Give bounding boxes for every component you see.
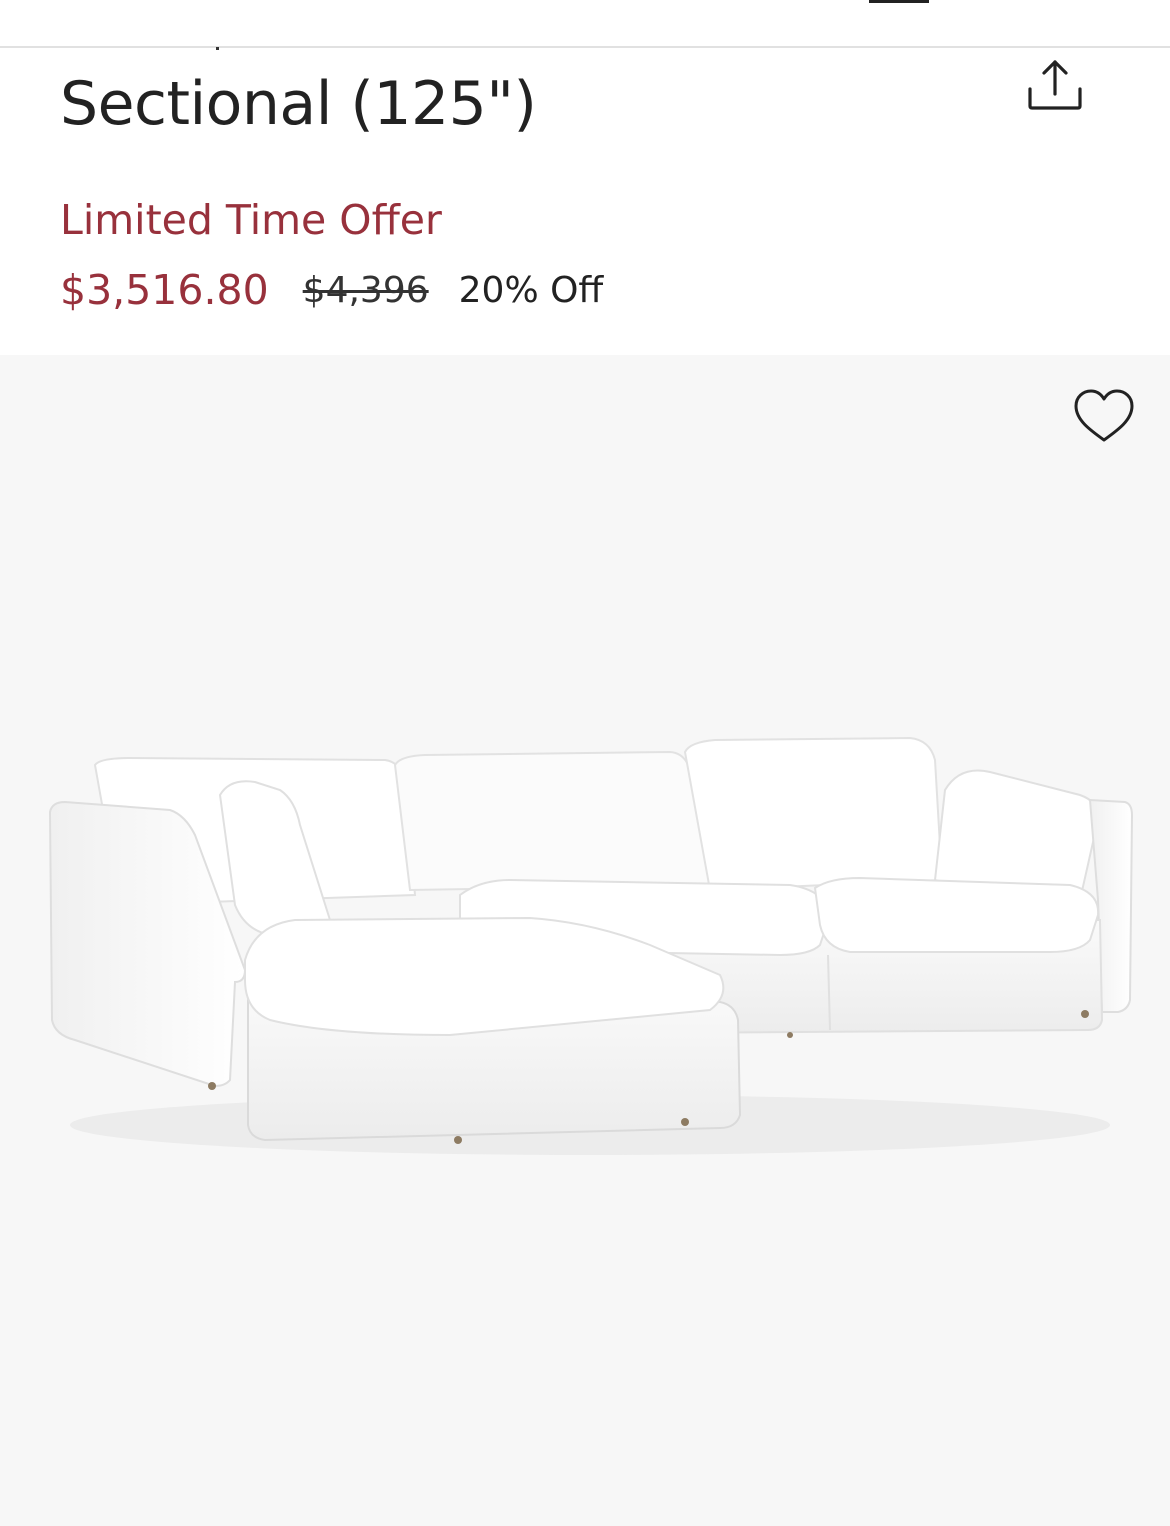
top-navigation-bar [0, 0, 1170, 48]
cropped-text-fragment [216, 47, 219, 50]
share-button[interactable] [1020, 54, 1090, 118]
sectional-sofa-image [48, 736, 1134, 1155]
share-icon [1028, 60, 1082, 110]
original-price: $4,396 [302, 269, 429, 311]
price-row: $3,516.80 $4,396 20% Off [60, 262, 603, 318]
product-page: Sectional (125") Limited Time Offer $3,5… [0, 0, 1170, 1526]
product-title: Sectional (125") [60, 69, 537, 139]
limited-time-offer-label: Limited Time Offer [60, 196, 442, 244]
heart-icon [1074, 389, 1134, 442]
discount-badge: 20% Off [458, 269, 604, 311]
active-tab-indicator [869, 0, 929, 3]
sale-price: $3,516.80 [60, 266, 269, 314]
favorite-button[interactable] [1070, 386, 1138, 446]
